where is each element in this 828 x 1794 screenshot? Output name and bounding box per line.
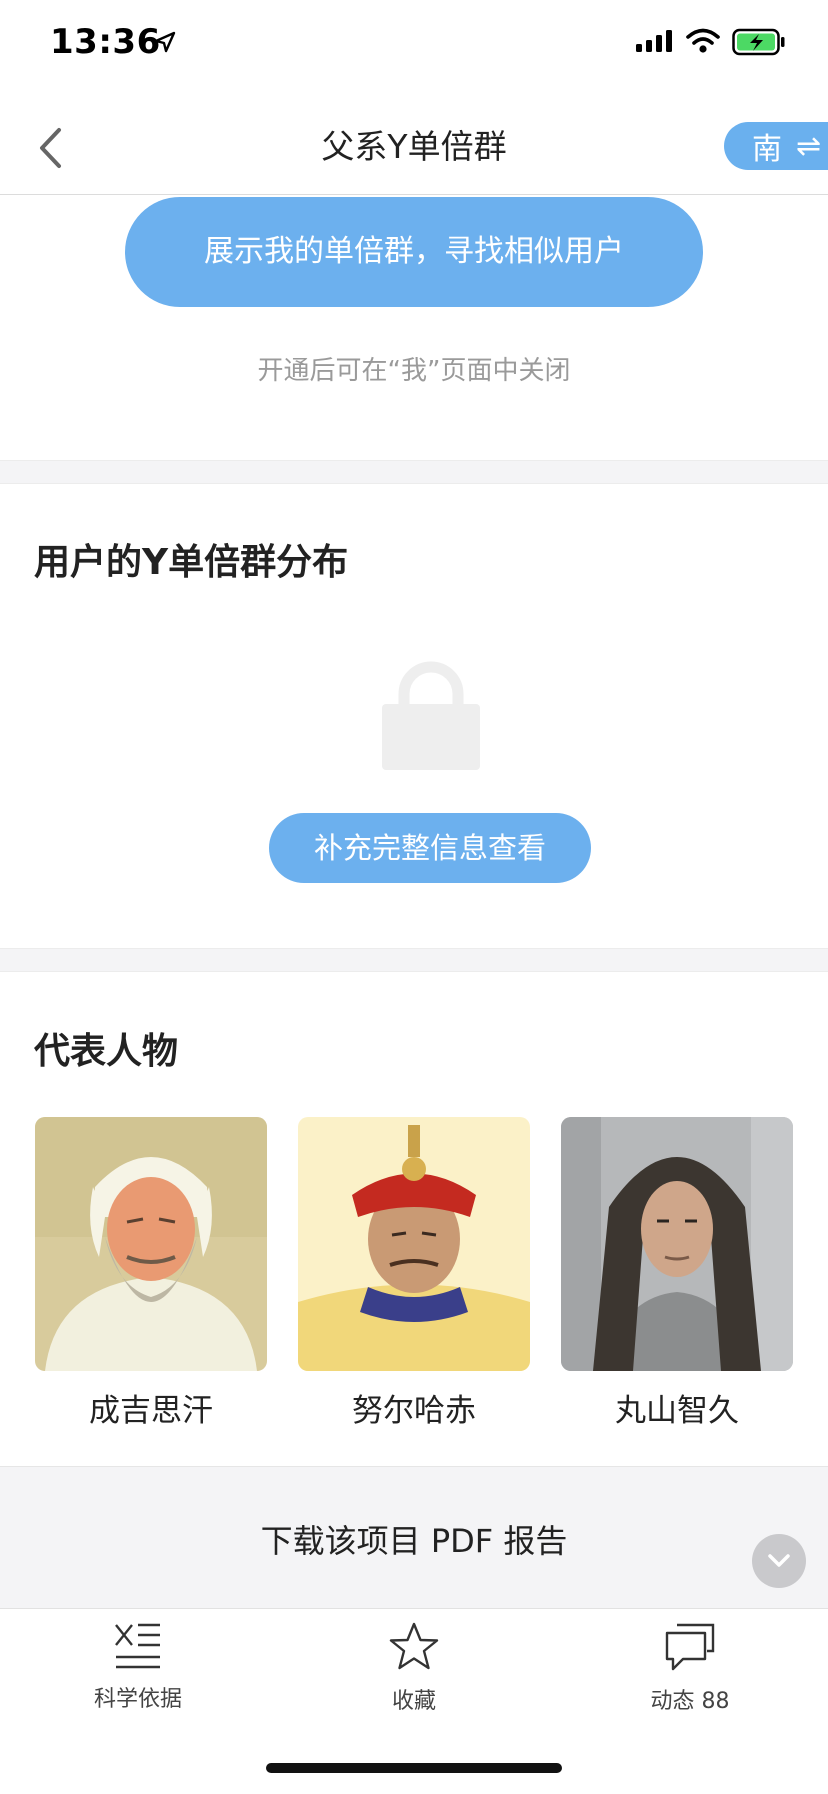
figure-card-tomohisa-maruyama[interactable] (561, 1117, 793, 1371)
scroll-down-button[interactable] (752, 1534, 806, 1588)
figures-title: 代表人物 (34, 1031, 179, 1072)
battery-icon (732, 28, 785, 56)
figure-name: 努尔哈赤 (352, 1393, 476, 1429)
tab-label: 动态 88 (650, 1689, 730, 1714)
tab-label: 收藏 (391, 1689, 436, 1714)
figure-name: 丸山智久 (615, 1393, 739, 1429)
tab-label: 科学依据 (93, 1687, 182, 1712)
show-haplogroup-button[interactable]: 展示我的单倍群，寻找相似用户 (125, 197, 703, 307)
portrait-image (298, 1117, 530, 1371)
figure-card-genghis-khan[interactable] (35, 1117, 267, 1371)
tab-activity[interactable]: 动态 88 (590, 1621, 790, 1715)
back-button[interactable] (20, 118, 80, 178)
portrait-image (561, 1117, 793, 1371)
wifi-icon (686, 28, 720, 53)
science-icon (115, 1623, 160, 1669)
star-icon (389, 1622, 439, 1670)
page-title: 父系Y单倍群 (321, 127, 507, 166)
download-pdf-link[interactable]: 下载该项目 PDF 报告 (0, 1516, 828, 1562)
location-arrow-icon (154, 31, 176, 53)
chevron-down-icon (768, 1554, 790, 1567)
section-divider (0, 948, 828, 972)
home-indicator (266, 1763, 562, 1773)
lock-icon (382, 661, 480, 770)
distribution-title: 用户的Y单倍群分布 (34, 542, 349, 583)
cellular-signal-icon (636, 30, 672, 52)
section-divider (0, 460, 828, 484)
comment-icon (665, 1623, 715, 1671)
figure-name: 成吉思汗 (89, 1393, 213, 1429)
share-hint: 开通后可在“我”页面中关闭 (257, 356, 571, 386)
status-time: 13:36 (50, 22, 161, 62)
figure-card-nurhaci[interactable] (298, 1117, 530, 1371)
switch-label: 南 (752, 132, 782, 167)
chevron-left-icon (40, 128, 61, 168)
swap-icon: ⇌ (796, 128, 822, 164)
tab-favorite[interactable]: 收藏 (314, 1621, 514, 1715)
navigation-bar: 父系Y单倍群 南 ⇌ (0, 100, 828, 195)
complete-info-button[interactable]: 补充完整信息查看 (269, 813, 591, 883)
portrait-image (35, 1117, 267, 1371)
lineage-switch-button[interactable]: 南 ⇌ (724, 122, 828, 170)
tab-science[interactable]: 科学依据 (38, 1621, 238, 1713)
